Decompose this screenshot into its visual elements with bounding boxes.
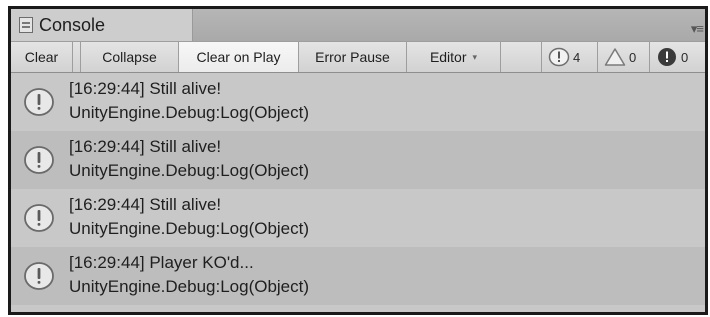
info-filter-toggle[interactable]: 4 (541, 42, 597, 72)
editor-dropdown-label: Editor (429, 49, 467, 65)
log-entry[interactable]: [16:29:44] Still alive! UnityEngine.Debu… (11, 131, 705, 189)
log-entry[interactable]: [16:29:44] Still alive! UnityEngine.Debu… (11, 73, 705, 131)
error-icon (658, 48, 676, 66)
info-icon (24, 204, 54, 232)
console-window: Console ▾≡ Clear Collapse Clear on Play … (8, 6, 708, 315)
error-pause-button[interactable]: Error Pause (299, 42, 407, 72)
log-message: [16:29:44] Player KO'd... (69, 253, 254, 272)
warning-count: 0 (629, 49, 637, 65)
log-list: [16:29:44] Still alive! UnityEngine.Debu… (11, 73, 705, 312)
toolbar-spacer (73, 42, 81, 72)
tab-title: Console (39, 14, 106, 35)
console-toolbar: Clear Collapse Clear on Play Error Pause… (11, 41, 705, 73)
clear-on-play-button[interactable]: Clear on Play (179, 42, 299, 72)
log-stacktrace: UnityEngine.Debug:Log(Object) (69, 277, 310, 296)
info-icon (24, 146, 54, 174)
info-icon (24, 262, 54, 290)
log-message: [16:29:44] Still alive! (69, 137, 222, 156)
info-count: 4 (573, 49, 581, 65)
info-icon (24, 88, 54, 116)
clear-on-play-button-label: Clear on Play (196, 49, 281, 65)
clear-button[interactable]: Clear (11, 42, 73, 72)
log-message: [16:29:44] Still alive! (69, 195, 222, 214)
tab-bar: Console ▾≡ (11, 9, 705, 41)
log-entry[interactable]: [16:29:44] Still alive! UnityEngine.Debu… (11, 189, 705, 247)
dropdown-arrow-icon: ▾ (472, 51, 478, 62)
tab-console[interactable]: Console (11, 9, 193, 41)
log-message: [16:29:44] Still alive! (69, 79, 222, 98)
warning-icon (604, 48, 626, 66)
error-pause-button-label: Error Pause (315, 49, 390, 65)
panel-menu-icon[interactable]: ▾≡ (691, 21, 704, 37)
error-count: 0 (681, 49, 689, 65)
editor-dropdown[interactable]: Editor ▾ (407, 42, 501, 72)
warning-filter-toggle[interactable]: 0 (597, 42, 649, 72)
info-icon (548, 47, 570, 67)
log-entry[interactable]: [16:29:44] Player KO'd... UnityEngine.De… (11, 247, 705, 305)
clear-button-label: Clear (24, 49, 59, 65)
collapse-button[interactable]: Collapse (81, 42, 179, 72)
log-stacktrace: UnityEngine.Debug:Log(Object) (69, 219, 310, 238)
log-stacktrace: UnityEngine.Debug:Log(Object) (69, 103, 310, 122)
log-stacktrace: UnityEngine.Debug:Log(Object) (69, 161, 310, 180)
collapse-button-label: Collapse (102, 49, 157, 65)
error-filter-toggle[interactable]: 0 (649, 42, 705, 72)
console-icon (19, 17, 33, 33)
